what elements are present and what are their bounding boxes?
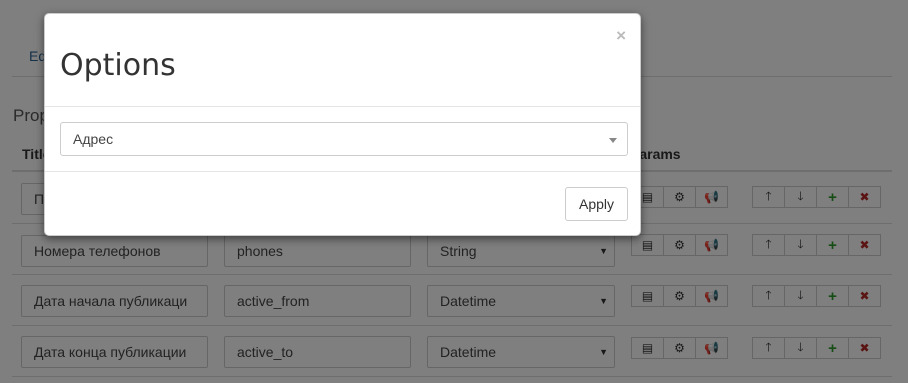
modal-header-divider: [45, 106, 640, 107]
apply-button[interactable]: Apply: [565, 187, 628, 221]
close-icon[interactable]: ×: [616, 26, 626, 46]
options-select-value: Адрес: [73, 131, 114, 147]
modal-footer-divider: [45, 171, 640, 172]
options-modal: Options × Адрес Apply: [44, 13, 641, 236]
modal-title: Options: [60, 48, 176, 83]
chevron-down-icon: [609, 138, 617, 143]
options-select[interactable]: Адрес: [60, 122, 628, 156]
